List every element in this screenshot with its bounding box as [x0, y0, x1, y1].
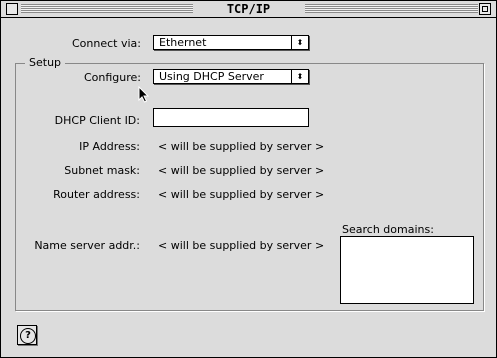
connect-via-popup[interactable]: Ethernet ⬍ — [153, 35, 309, 50]
router-address-label: Router address: — [53, 188, 140, 201]
question-mark-icon: ? — [20, 328, 36, 344]
configure-popup[interactable]: Using DHCP Server ⬍ — [153, 69, 309, 84]
dhcp-client-id-label: DHCP Client ID: — [54, 114, 140, 127]
ip-address-value: < will be supplied by server > — [158, 140, 325, 153]
configure-value: Using DHCP Server — [159, 70, 264, 83]
setup-group-label: Setup — [25, 56, 66, 69]
name-server-label: Name server addr.: — [34, 239, 140, 252]
connect-via-label: Connect via: — [72, 37, 141, 50]
zoom-box-icon[interactable] — [479, 3, 491, 15]
arrow-pointer-icon — [138, 86, 150, 103]
router-address-value: < will be supplied by server > — [158, 188, 325, 201]
tcpip-window: TCP/IP Connect via: Ethernet ⬍ Setup Con… — [0, 0, 497, 358]
subnet-mask-value: < will be supplied by server > — [158, 164, 325, 177]
subnet-mask-label: Subnet mask: — [64, 164, 140, 177]
search-domains-input[interactable] — [340, 236, 474, 304]
title-bar[interactable]: TCP/IP — [1, 1, 496, 18]
help-button[interactable]: ? — [17, 325, 37, 345]
name-server-value: < will be supplied by server > — [158, 239, 325, 252]
ip-address-label: IP Address: — [79, 140, 140, 153]
window-title: TCP/IP — [218, 2, 279, 16]
dhcp-client-id-input[interactable] — [153, 108, 309, 127]
search-domains-label: Search domains: — [342, 223, 434, 236]
popup-arrows-icon: ⬍ — [291, 70, 308, 83]
popup-arrows-icon: ⬍ — [291, 36, 308, 49]
configure-label: Configure: — [83, 71, 141, 84]
connect-via-value: Ethernet — [159, 36, 207, 49]
